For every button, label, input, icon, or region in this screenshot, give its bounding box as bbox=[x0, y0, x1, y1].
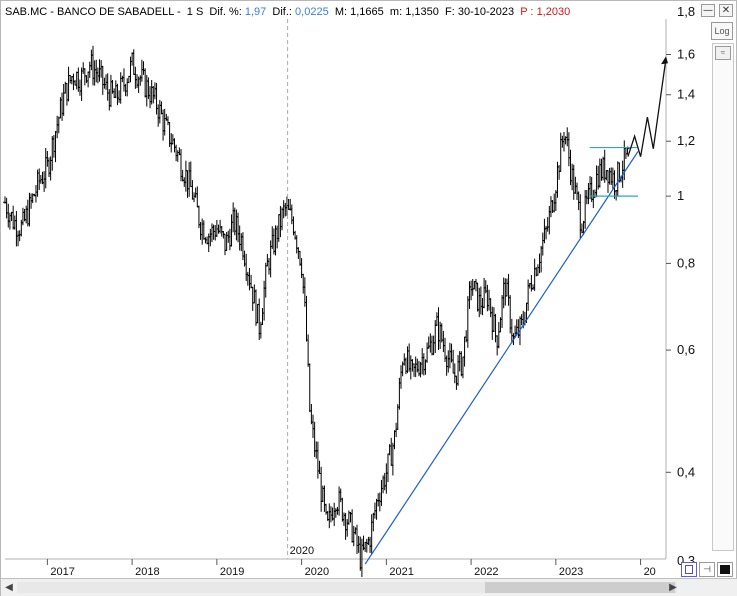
year-marker-label: 2020 bbox=[290, 545, 314, 557]
scroll-left-icon[interactable]: ◀ bbox=[3, 581, 15, 594]
scroll-thumb[interactable] bbox=[485, 582, 675, 593]
x-tick-label: 20 bbox=[644, 566, 656, 577]
x-tick-label: 2023 bbox=[559, 566, 583, 577]
y-tick-label: 1 bbox=[677, 188, 684, 203]
scroll-right-icon[interactable]: ▶ bbox=[667, 581, 679, 594]
y-tick-label-partial: 1,8 bbox=[677, 4, 695, 19]
x-tick-label: 2017 bbox=[50, 566, 74, 577]
pin-icon[interactable]: ⊣ bbox=[699, 562, 715, 577]
y-tick-label: 1,6 bbox=[677, 46, 695, 61]
y-tick-label: 1,4 bbox=[677, 87, 695, 102]
horizontal-scrollbar[interactable]: ◀ ▶ bbox=[1, 578, 737, 596]
y-tick-label: 1,2 bbox=[677, 133, 695, 148]
y-tick-label: 0,8 bbox=[677, 255, 695, 270]
y-tick-label: 0,4 bbox=[677, 464, 695, 479]
x-tick-label: 2019 bbox=[220, 566, 244, 577]
x-tick-label: 2018 bbox=[135, 566, 159, 577]
y-tick-label: 0,6 bbox=[677, 342, 695, 357]
projection-arrowhead bbox=[661, 56, 668, 65]
x-tick-label: 2021 bbox=[389, 566, 413, 577]
save-icon[interactable] bbox=[681, 562, 697, 577]
color-icon[interactable] bbox=[717, 562, 733, 577]
projection-path bbox=[627, 58, 667, 157]
price-chart[interactable]: 1,61,41,210,80,60,41,80,3 2017 2018 2019 20… bbox=[1, 1, 737, 577]
x-tick-label: 2022 bbox=[474, 566, 498, 577]
x-tick-label: 2020 bbox=[305, 566, 329, 577]
chart-window: SAB.MC - BANCO DE SABADELL - 1 S Dif. %:… bbox=[0, 0, 737, 596]
scroll-track[interactable] bbox=[17, 582, 677, 593]
